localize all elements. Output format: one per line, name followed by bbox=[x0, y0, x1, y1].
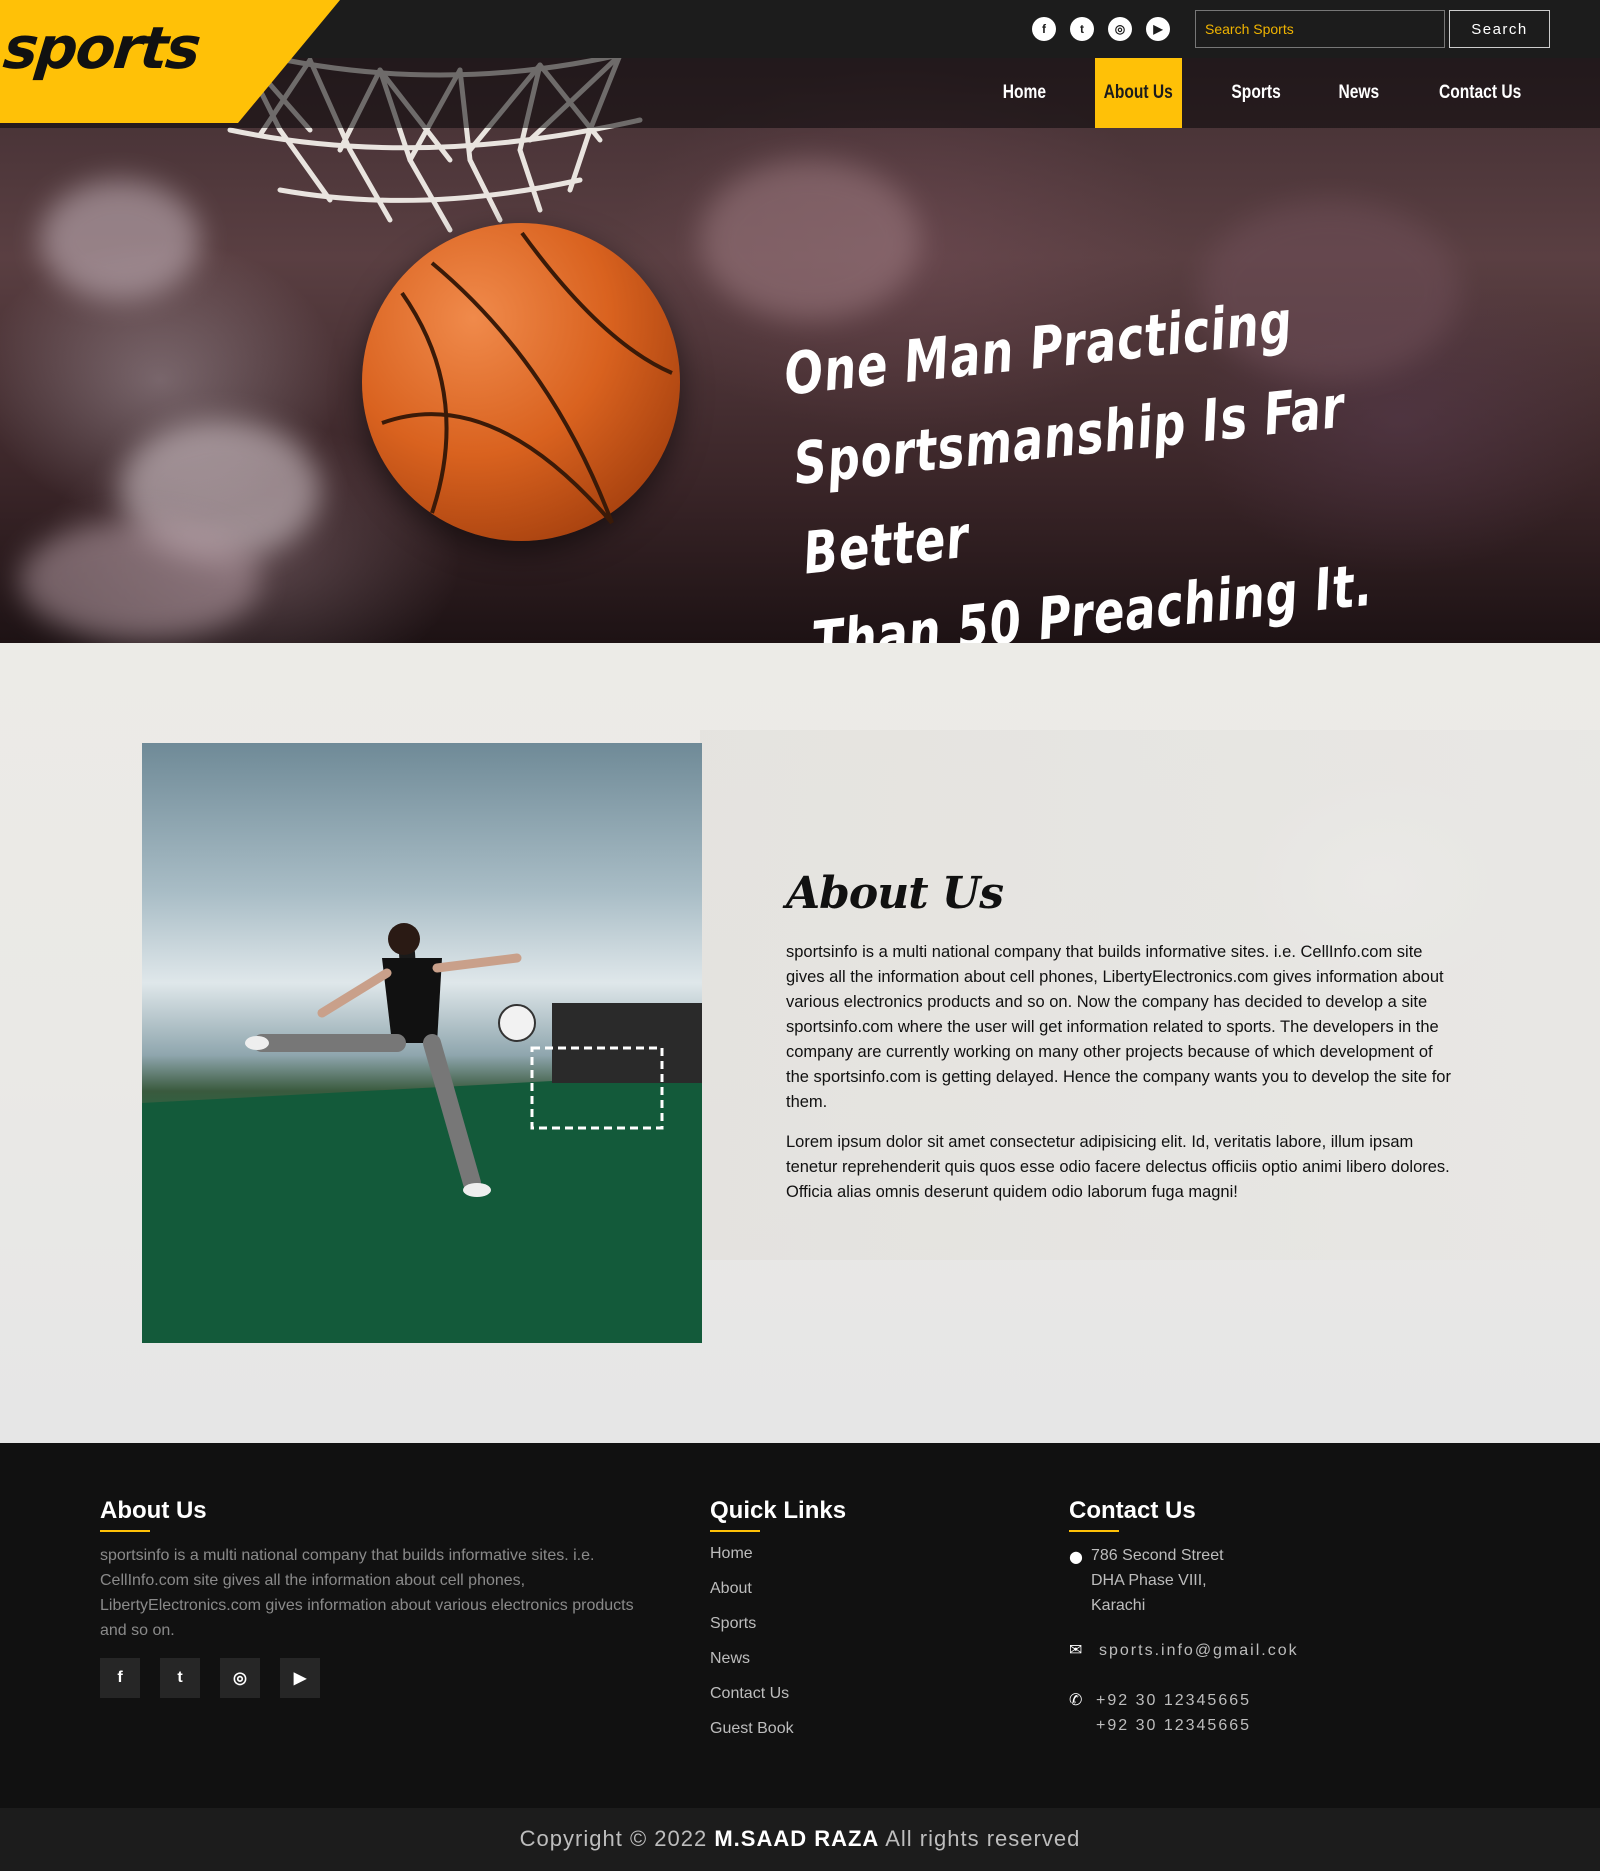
nav-item-home[interactable]: Home bbox=[986, 58, 1062, 128]
site-logo[interactable]: sports bbox=[0, 14, 202, 82]
search-button[interactable]: Search bbox=[1449, 10, 1550, 48]
copyright-prefix: Copyright © 2022 bbox=[519, 1826, 708, 1851]
address-line: 786 Second Street bbox=[1091, 1547, 1224, 1564]
instagram-icon[interactable]: ◎ bbox=[220, 1658, 260, 1698]
about-title: About Us bbox=[786, 868, 1004, 919]
youtube-icon[interactable]: ▶ bbox=[280, 1658, 320, 1698]
crowd-blur bbox=[20, 520, 260, 640]
instagram-icon[interactable]: ◎ bbox=[1108, 17, 1132, 41]
heading-underline bbox=[100, 1530, 150, 1532]
footer-link-news[interactable]: News bbox=[710, 1650, 750, 1668]
top-social-icons: f t ◎ ▶ bbox=[1032, 17, 1170, 41]
location-pin-icon: ● bbox=[1069, 1547, 1083, 1566]
search-input[interactable] bbox=[1195, 10, 1445, 48]
football-player-photo bbox=[142, 743, 702, 1343]
envelope-icon: ✉ bbox=[1069, 1640, 1083, 1659]
copyright-text: Copyright © 2022 M.SAAD RAZA All rights … bbox=[0, 1826, 1600, 1852]
phone-icon: ✆ bbox=[1069, 1690, 1083, 1709]
heading-underline bbox=[1069, 1530, 1119, 1532]
footer-link-home[interactable]: Home bbox=[710, 1545, 753, 1563]
heading-underline bbox=[710, 1530, 760, 1532]
about-paragraph: sportsinfo is a multi national company t… bbox=[786, 943, 1451, 1111]
contact-phone[interactable]: +92 30 12345665 bbox=[1096, 1688, 1251, 1713]
about-paragraph: Lorem ipsum dolor sit amet consectetur a… bbox=[786, 1133, 1450, 1201]
basketball-image bbox=[362, 223, 680, 541]
copyright-author: M.SAAD RAZA bbox=[714, 1826, 880, 1851]
nav-item-label: Home bbox=[1002, 82, 1046, 103]
twitter-icon[interactable]: t bbox=[1070, 17, 1094, 41]
contact-phone[interactable]: +92 30 12345665 bbox=[1096, 1713, 1251, 1738]
footer-link-guest-book[interactable]: Guest Book bbox=[710, 1720, 794, 1738]
contact-email[interactable]: sports.info@gmail.cok bbox=[1099, 1638, 1299, 1663]
ball-seams bbox=[381, 231, 673, 525]
crowd-blur bbox=[700, 160, 920, 320]
address-line: Karachi bbox=[1091, 1597, 1146, 1614]
youtube-icon[interactable]: ▶ bbox=[1146, 17, 1170, 41]
nav-item-news[interactable]: News bbox=[1328, 58, 1390, 128]
facebook-icon[interactable]: f bbox=[100, 1658, 140, 1698]
nav-item-label: Contact Us bbox=[1438, 82, 1522, 103]
nav-item-label: Sports bbox=[1231, 82, 1281, 103]
footer-about-text: sportsinfo is a multi national company t… bbox=[100, 1547, 634, 1639]
footer-link-contact-us[interactable]: Contact Us bbox=[710, 1685, 789, 1703]
footer-quick-links-heading: Quick Links bbox=[710, 1497, 847, 1524]
player-illustration bbox=[142, 923, 702, 1343]
nav-item-label: About Us bbox=[1103, 82, 1174, 103]
nav-item-contact-us[interactable]: Contact Us bbox=[1424, 58, 1536, 128]
address-line: DHA Phase VIII, bbox=[1091, 1572, 1207, 1589]
footer-contact-heading: Contact Us bbox=[1069, 1497, 1196, 1524]
facebook-icon[interactable]: f bbox=[1032, 17, 1056, 41]
nav-item-label: News bbox=[1338, 82, 1380, 103]
nav-item-about-us[interactable]: About Us bbox=[1095, 58, 1182, 128]
footer-link-sports[interactable]: Sports bbox=[710, 1615, 756, 1633]
footer-social-icons: f t ◎ ▶ bbox=[100, 1658, 320, 1698]
hero-quote: One Man Practicing Sportsmanship Is Far … bbox=[780, 266, 1423, 643]
crowd-blur bbox=[40, 180, 200, 300]
nav-item-sports[interactable]: Sports bbox=[1218, 58, 1294, 128]
twitter-icon[interactable]: t bbox=[160, 1658, 200, 1698]
footer-link-about[interactable]: About bbox=[710, 1580, 752, 1598]
footer-about-heading: About Us bbox=[100, 1497, 207, 1524]
copyright-suffix: All rights reserved bbox=[885, 1826, 1081, 1851]
